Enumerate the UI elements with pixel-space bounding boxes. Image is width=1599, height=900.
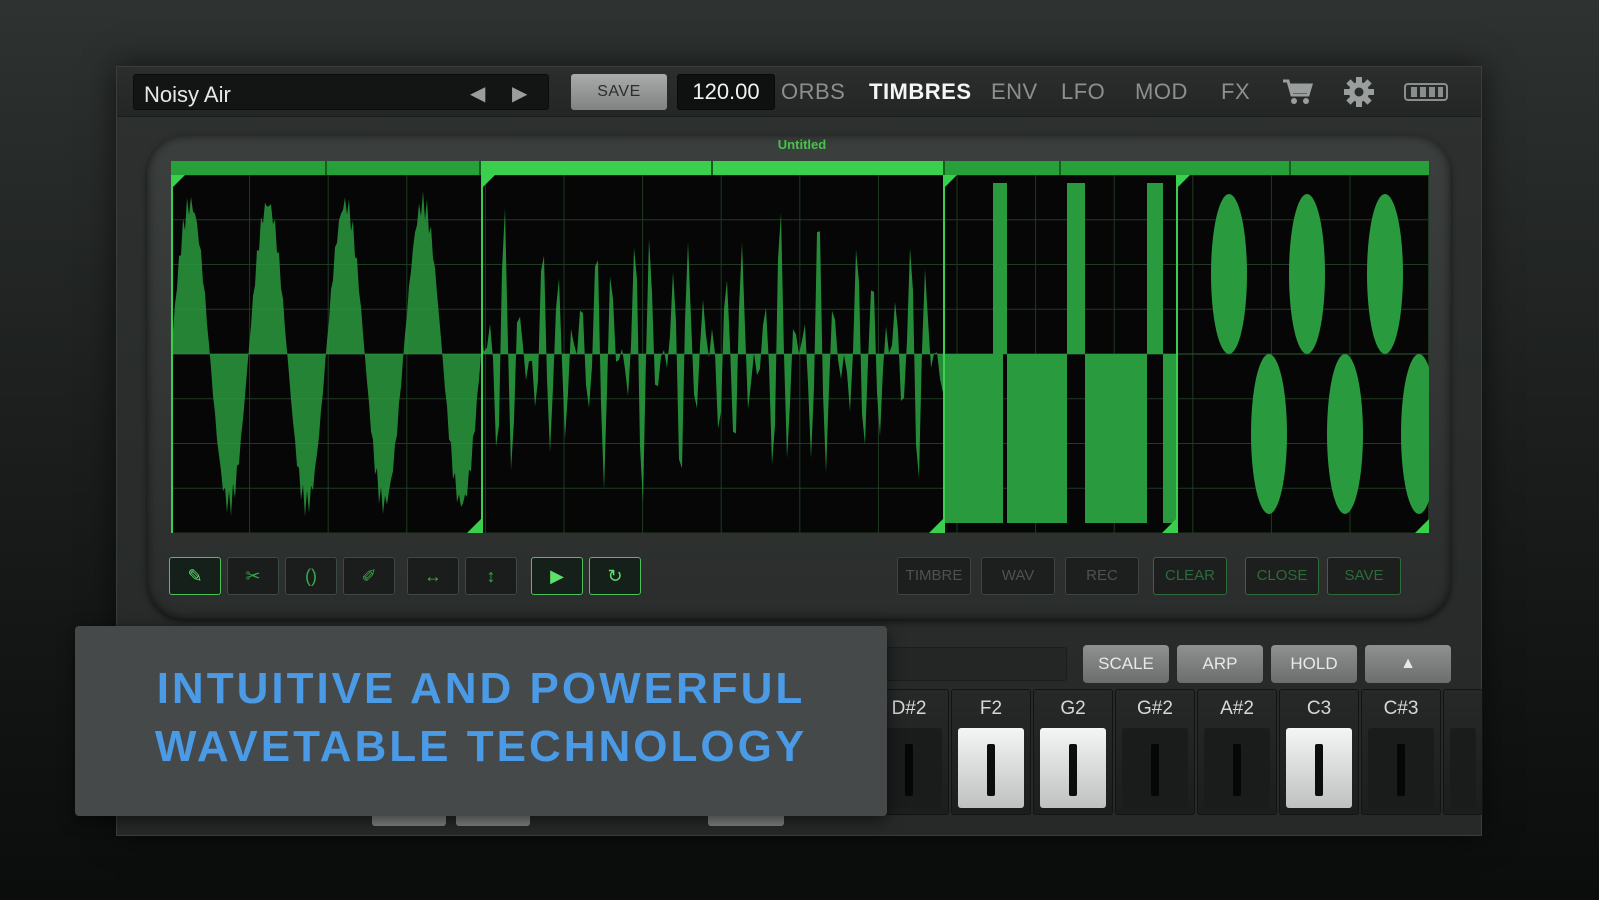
loop-icon[interactable]: ↻: [589, 557, 641, 595]
pencil-icon[interactable]: ✎: [169, 557, 221, 595]
crossfade-icon[interactable]: (): [285, 557, 337, 595]
octave-up-button[interactable]: ▲: [1365, 645, 1451, 683]
rec-button[interactable]: REC: [1065, 557, 1139, 595]
tab-orbs[interactable]: ORBS: [781, 79, 845, 105]
tab-fx[interactable]: FX: [1221, 79, 1250, 105]
spread-icon[interactable]: ↔: [407, 557, 459, 595]
tab-env[interactable]: ENV: [991, 79, 1038, 105]
wav-button[interactable]: WAV: [981, 557, 1055, 595]
key-label: G#2: [1137, 698, 1173, 719]
tab-timbres[interactable]: TIMBRES: [869, 79, 972, 105]
waveform-display[interactable]: [171, 175, 1429, 533]
key-label: C#3: [1383, 698, 1419, 719]
clear-button[interactable]: CLEAR: [1153, 557, 1227, 595]
next-preset-icon[interactable]: ▶: [512, 81, 527, 106]
key-label: C3: [1306, 698, 1332, 719]
top-toolbar: Noisy Air ◀ ▶ SAVE 120.00 ORBS TIMBRES E…: [117, 67, 1481, 117]
piano-key[interactable]: C#3: [1361, 689, 1441, 815]
piano-key[interactable]: C3: [1279, 689, 1359, 815]
save-preset-button[interactable]: SAVE: [571, 74, 667, 110]
brush-icon[interactable]: ✐: [343, 557, 395, 595]
vertical-resize-icon[interactable]: ↕: [465, 557, 517, 595]
close-button[interactable]: CLOSE: [1245, 557, 1319, 595]
key-label: A#2: [1220, 698, 1254, 719]
keyboard-toggle-icon[interactable]: [1401, 75, 1451, 109]
arp-button[interactable]: ARP: [1177, 645, 1263, 683]
preset-name: Noisy Air: [144, 82, 231, 107]
wavetable-title: Untitled: [777, 137, 827, 152]
editor-save-button[interactable]: SAVE: [1327, 557, 1401, 595]
tab-lfo[interactable]: LFO: [1061, 79, 1105, 105]
piano-key[interactable]: A#2: [1197, 689, 1277, 815]
piano-key[interactable]: [1443, 689, 1483, 815]
scale-button[interactable]: SCALE: [1083, 645, 1169, 683]
scissors-icon[interactable]: ✂: [227, 557, 279, 595]
piano-key[interactable]: G2: [1033, 689, 1113, 815]
hold-button[interactable]: HOLD: [1271, 645, 1357, 683]
key-label: G2: [1060, 698, 1086, 719]
preset-selector[interactable]: Noisy Air ◀ ▶: [133, 74, 549, 110]
promo-banner: INTUITIVE AND POWERFUL WAVETABLE TECHNOL…: [75, 626, 887, 816]
piano-key[interactable]: G#2: [1115, 689, 1195, 815]
key-label: F2: [979, 698, 1003, 719]
play-icon[interactable]: ▶: [531, 557, 583, 595]
piano-key[interactable]: F2: [951, 689, 1031, 815]
cart-icon[interactable]: [1277, 75, 1317, 109]
promo-headline-line2: WAVETABLE TECHNOLOGY: [154, 722, 808, 771]
timbre-button[interactable]: TIMBRE: [897, 557, 971, 595]
wavetable-frame-bar[interactable]: [171, 161, 1429, 175]
previous-preset-icon[interactable]: ◀: [470, 81, 485, 106]
tab-mod[interactable]: MOD: [1135, 79, 1188, 105]
tempo-field[interactable]: 120.00: [677, 74, 775, 110]
gear-icon[interactable]: [1339, 75, 1379, 109]
promo-headline-line1: INTUITIVE AND POWERFUL: [156, 664, 806, 713]
